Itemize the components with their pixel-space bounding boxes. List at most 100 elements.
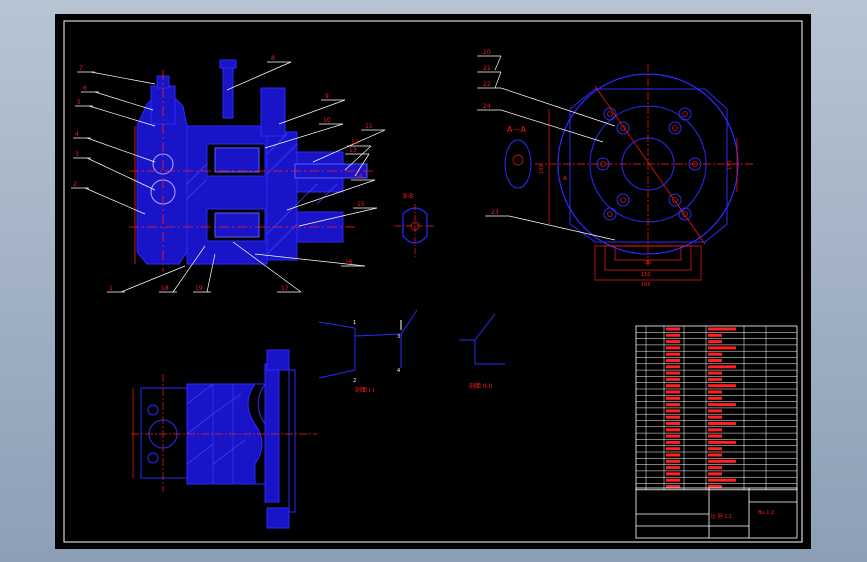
parts-list-cell-text xyxy=(666,428,680,432)
bolt-hole-center xyxy=(682,111,688,117)
parts-list-cell-text xyxy=(708,434,722,438)
end-view-leaders: 20 21 22 24 23 xyxy=(477,49,616,241)
part-balloon: 12 xyxy=(351,139,359,146)
part-balloon: 16 xyxy=(345,259,353,266)
leader-line xyxy=(500,87,616,127)
bolt-hole xyxy=(603,207,617,221)
part-balloon: 17 xyxy=(281,285,289,292)
right-cover xyxy=(266,131,298,261)
title-block: 比 例 1:1 Bu 1:2 xyxy=(635,487,798,539)
parts-list-cell-text xyxy=(708,459,736,463)
dimension-label: 150 xyxy=(641,272,651,278)
part-balloon: 18 xyxy=(161,285,169,292)
parts-list-cell-text xyxy=(666,384,680,388)
bolt-hole xyxy=(678,107,692,121)
parts-list-cell-text xyxy=(666,340,680,344)
leader-line xyxy=(278,99,346,125)
part-balloon: 2 xyxy=(73,181,77,188)
bolt-hole-center xyxy=(672,125,678,131)
parts-list-cell-text xyxy=(666,415,680,419)
parts-list-cell-text xyxy=(708,466,722,470)
section-point-label: 1 xyxy=(353,320,356,326)
part-balloon: 8 xyxy=(271,55,275,62)
bolt-head xyxy=(219,59,237,69)
section-aa-label: A－A xyxy=(507,125,526,134)
part-balloon: 9 xyxy=(325,93,329,100)
driven-gear xyxy=(214,212,260,238)
parts-list-cell-text xyxy=(708,359,722,362)
assembly-drawing: 7654328910111213141516171 18 19 B-B A－A … xyxy=(63,20,803,543)
parts-list-cell-text xyxy=(666,346,680,350)
parts-list-cell-text xyxy=(708,384,736,388)
parts-list-cell-text xyxy=(708,340,722,344)
parts-list-cell-text xyxy=(666,485,680,488)
leader-line xyxy=(94,91,154,111)
part-balloon: 3 xyxy=(75,151,79,158)
cad-drawing-viewport[interactable]: 7 6 5 4 3 2 8 9 10 11 12 13 14 15 16 17 1 18 19 B-B xyxy=(55,14,811,549)
part-balloon: 1 xyxy=(109,285,113,292)
bracket xyxy=(260,87,286,137)
part-balloon: 4 xyxy=(75,131,79,138)
part-balloon: 24 xyxy=(483,103,491,110)
part-balloon: 5 xyxy=(77,99,81,106)
section-sketch-2: 剖面 II-II xyxy=(459,313,505,390)
parts-list-cell-text xyxy=(666,396,680,400)
bolt-hole-center xyxy=(607,211,613,217)
dimension-label: 100 xyxy=(539,164,545,174)
part-balloon: 21 xyxy=(483,65,491,72)
bottom-view xyxy=(131,349,317,529)
bottom-bracket-bottom xyxy=(266,507,290,529)
part-balloon: 7 xyxy=(79,65,83,72)
section-point-label: 4 xyxy=(397,368,400,374)
section-point-label: 3 xyxy=(397,334,400,340)
section-a-mark: A xyxy=(563,175,568,182)
parts-list-cell-text xyxy=(666,472,680,476)
parts-list-cell-text xyxy=(708,333,722,337)
part-balloon: 14 xyxy=(355,173,363,180)
port-ellipse xyxy=(504,139,532,189)
parts-list-cell-text xyxy=(708,352,722,356)
part-balloon: 22 xyxy=(483,81,491,88)
bolt xyxy=(222,61,234,119)
parts-list-cell-text xyxy=(666,333,680,337)
parts-list-cell-text xyxy=(666,434,680,438)
parts-list-cell-text xyxy=(666,459,680,463)
parts-list-cell-text xyxy=(708,396,722,400)
drive-gear xyxy=(214,147,260,173)
parts-list-cell-text xyxy=(666,422,680,425)
cad-window-frame: 7 6 5 4 3 2 8 9 10 11 12 13 14 15 16 17 1 18 19 B-B xyxy=(0,0,867,562)
parts-list-cell-text xyxy=(666,377,680,381)
part-balloon: 10 xyxy=(323,117,331,124)
section-bb-view: B-B xyxy=(395,193,435,258)
dimension-label: 140 xyxy=(727,160,733,170)
parts-list-cell-text xyxy=(708,390,722,394)
flange-profile xyxy=(569,88,728,243)
bolt-hole-center xyxy=(607,111,613,117)
part-balloon: 23 xyxy=(491,209,499,216)
parts-list-cell-text xyxy=(708,485,722,488)
dimension-label: 20 xyxy=(645,260,651,266)
front-section-view xyxy=(129,59,375,272)
bolt-hole xyxy=(668,121,682,135)
section-bb-label: B-B xyxy=(403,193,413,200)
parts-list-cell-text xyxy=(708,478,736,482)
section-1-points: 1 2 3 4 xyxy=(353,320,400,384)
parts-list-cell-text xyxy=(708,422,736,425)
parts-list-cell-text xyxy=(666,371,680,375)
parts-list-cell-text xyxy=(666,390,680,394)
parts-list-cell-text xyxy=(666,447,680,451)
section-sketch-1: 剖面 I-I 1 2 3 4 xyxy=(318,309,418,394)
bottom-left-cover xyxy=(140,387,188,479)
dimension-label: 165 xyxy=(641,282,651,288)
parts-list-cell-text xyxy=(666,403,680,407)
section-1-label: 剖面 I-I xyxy=(355,386,375,394)
bolt-hole-center xyxy=(620,197,626,203)
parts-list-cell-text xyxy=(666,365,680,369)
leader-line xyxy=(494,71,502,89)
part-balloon: 13 xyxy=(349,147,357,154)
leader-line xyxy=(508,215,616,241)
leader-line xyxy=(90,71,156,85)
title-block-code: Bu 1:2 xyxy=(758,510,774,516)
bottom-flange xyxy=(264,363,280,503)
part-balloon: 19 xyxy=(195,285,203,292)
